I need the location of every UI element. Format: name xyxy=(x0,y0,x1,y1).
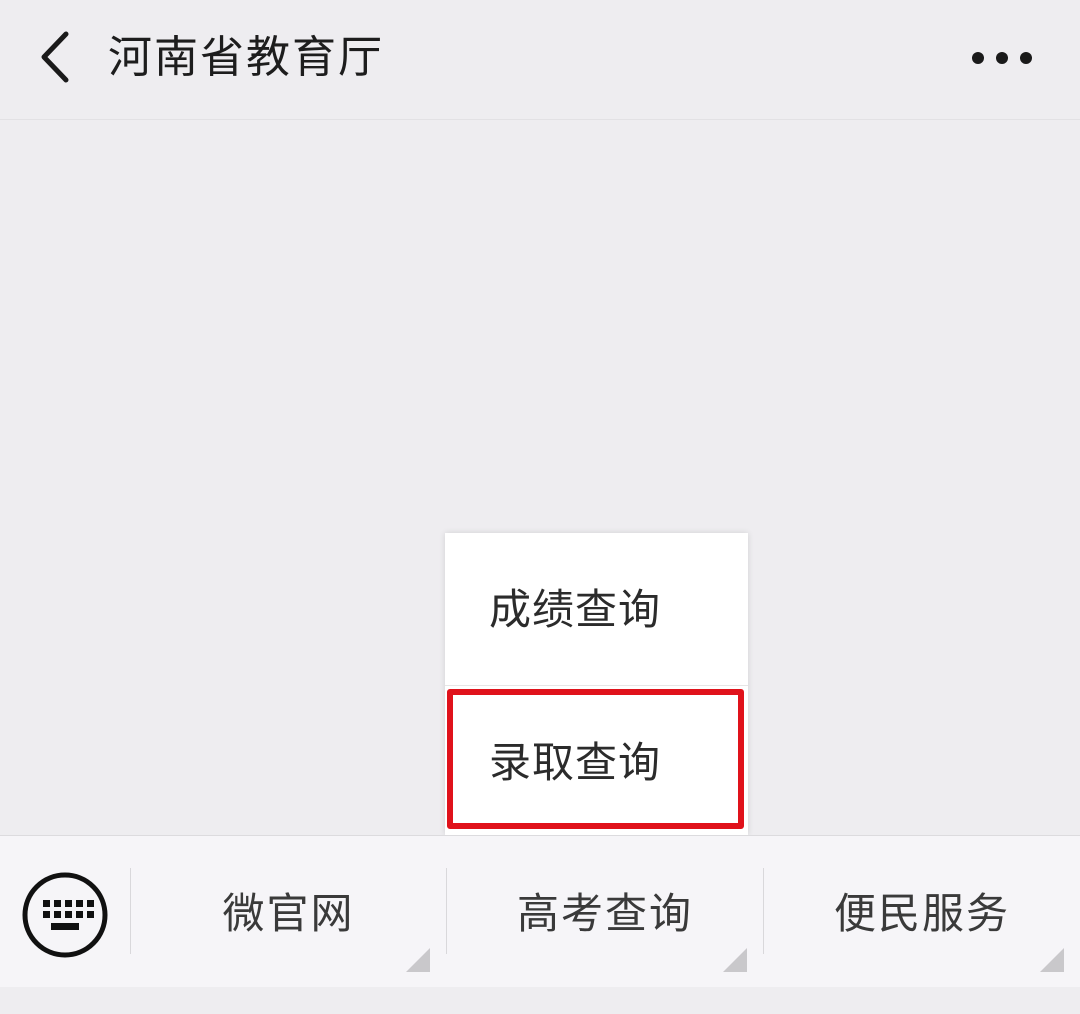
menu-button-micro-site[interactable]: 微官网 xyxy=(131,836,446,988)
submenu-popup: 成绩查询 录取查询 xyxy=(445,533,748,835)
keyboard-toggle-button[interactable] xyxy=(20,870,110,960)
wechat-official-account-screen: 河南省教育厅 成绩查询 录取查询 微官网 高考查询 便民服务 xyxy=(0,0,1080,1014)
chevron-left-icon xyxy=(41,31,69,83)
more-dots-icon xyxy=(972,52,984,64)
submenu-item-score-query[interactable]: 成绩查询 xyxy=(445,533,748,683)
submenu-item-label: 成绩查询 xyxy=(489,585,662,634)
bottom-strip xyxy=(0,987,1080,1014)
more-dots-icon xyxy=(996,52,1008,64)
back-button[interactable] xyxy=(22,18,92,96)
submenu-item-admission-query[interactable]: 录取查询 xyxy=(445,686,748,836)
submenu-indicator-icon xyxy=(1040,948,1064,972)
submenu-item-label: 录取查询 xyxy=(489,738,662,787)
submenu-indicator-icon xyxy=(406,948,430,972)
bottom-menu-bar: 微官网 高考查询 便民服务 xyxy=(0,835,1080,987)
menu-button-label: 便民服务 xyxy=(833,889,1010,938)
more-options-button[interactable] xyxy=(952,26,1052,90)
submenu-indicator-icon xyxy=(723,948,747,972)
top-nav-bar: 河南省教育厅 xyxy=(0,0,1080,120)
menu-button-label: 高考查询 xyxy=(516,889,693,938)
menu-button-public-services[interactable]: 便民服务 xyxy=(764,836,1080,988)
menu-button-gaokao-query[interactable]: 高考查询 xyxy=(447,836,763,988)
menu-button-label: 微官网 xyxy=(222,889,355,938)
keyboard-icon xyxy=(22,872,108,958)
more-dots-icon xyxy=(1020,52,1032,64)
page-title: 河南省教育厅 xyxy=(108,32,384,83)
